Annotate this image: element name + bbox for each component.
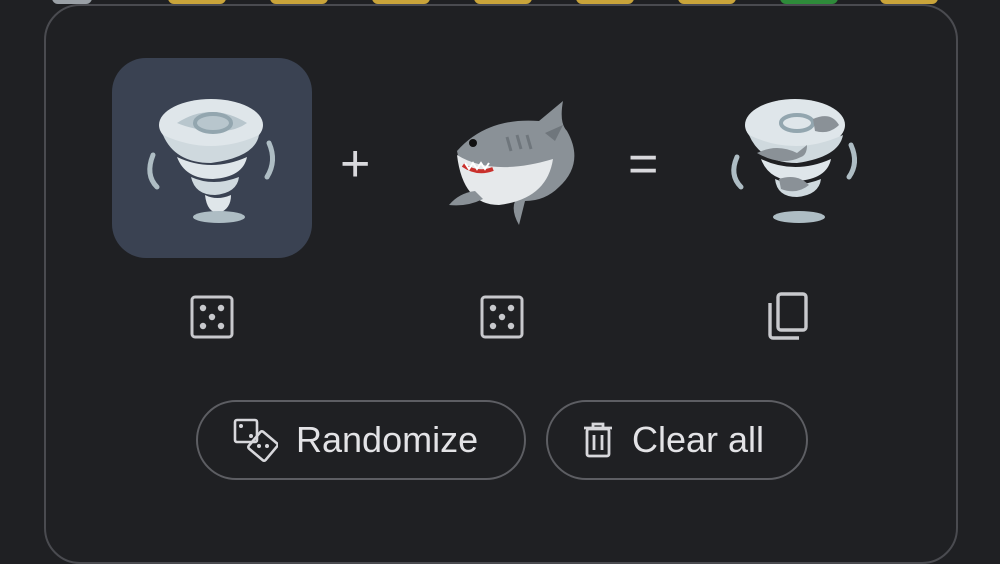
clear-all-button[interactable]: Clear all xyxy=(546,400,808,480)
right-emoji-slot[interactable] xyxy=(402,58,602,258)
result-emoji-slot[interactable] xyxy=(692,58,892,258)
plus-sign: + xyxy=(340,135,371,193)
randomize-right-button[interactable] xyxy=(478,293,526,341)
shark-icon xyxy=(449,101,575,225)
copy-icon xyxy=(768,292,808,340)
tornado-icon xyxy=(147,99,275,223)
left-emoji-slot[interactable] xyxy=(112,58,312,258)
copy-result-button[interactable] xyxy=(764,292,812,340)
tornado-shark-icon xyxy=(731,99,857,223)
dice-icon xyxy=(190,295,234,339)
randomize-left-button[interactable] xyxy=(188,293,236,341)
randomize-button[interactable]: Randomize xyxy=(196,400,526,480)
dice-pair-icon xyxy=(233,418,278,462)
clear-all-label: Clear all xyxy=(632,419,765,460)
trash-icon xyxy=(584,422,612,458)
randomize-label: Randomize xyxy=(296,419,479,460)
equals-sign: = xyxy=(628,135,659,193)
dice-icon xyxy=(480,295,524,339)
